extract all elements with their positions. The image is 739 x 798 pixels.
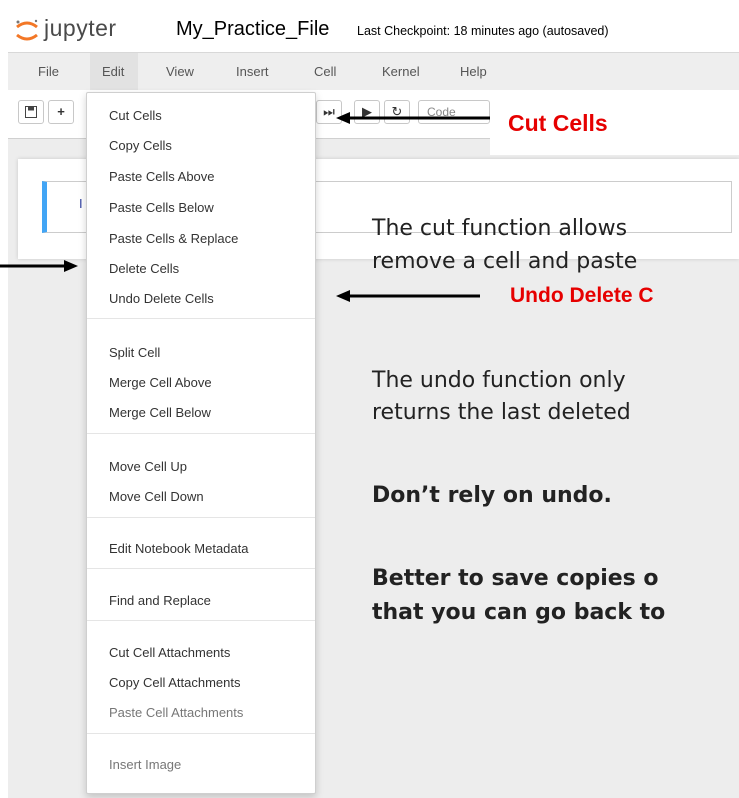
menu-edit[interactable]: Edit [102, 64, 124, 79]
menu-item-merge-cell-above[interactable]: Merge Cell Above [109, 375, 212, 390]
menu-divider [87, 517, 315, 518]
jupyter-logo-icon [16, 19, 38, 41]
notebook-title[interactable]: My_Practice_File [176, 18, 329, 41]
menu-cell[interactable]: Cell [314, 64, 336, 79]
menu-item-paste-cells-above[interactable]: Paste Cells Above [109, 169, 215, 184]
menu-item-merge-cell-below[interactable]: Merge Cell Below [109, 405, 211, 420]
undo-description-line-2: returns the last deleted [372, 400, 631, 425]
menu-insert[interactable]: Insert [236, 64, 269, 79]
jupyter-logo-text: jupyter [44, 15, 117, 41]
menu-file[interactable]: File [38, 64, 59, 79]
screenshot-frame: jupyter My_Practice_File Last Checkpoint… [0, 0, 739, 798]
cell-prompt: I [79, 196, 83, 211]
menu-help[interactable]: Help [460, 64, 487, 79]
menu-divider [87, 433, 315, 434]
save-button[interactable] [18, 100, 44, 124]
jupyter-header: jupyter My_Practice_File Last Checkpoint… [0, 0, 739, 52]
menu-item-paste-cells-below[interactable]: Paste Cells Below [109, 200, 214, 215]
menu-item-move-cell-down[interactable]: Move Cell Down [109, 489, 204, 504]
cut-arrow-icon [336, 112, 490, 124]
cut-description-line-1: The cut function allows [372, 216, 628, 241]
cut-description-line-2: remove a cell and paste [372, 249, 638, 274]
menu-item-copy-cell-attachments[interactable]: Copy Cell Attachments [109, 675, 241, 690]
menu-divider [87, 733, 315, 734]
menu-item-delete-cells[interactable]: Delete Cells [109, 261, 179, 276]
menu-item-undo-delete-cells[interactable]: Undo Delete Cells [109, 291, 214, 306]
cut-cells-callout: Cut Cells [490, 97, 739, 155]
menu-item-cut-cell-attachments[interactable]: Cut Cell Attachments [109, 645, 230, 660]
menu-item-find-and-replace[interactable]: Find and Replace [109, 593, 211, 608]
menu-view[interactable]: View [166, 64, 194, 79]
undo-warning: Don’t rely on undo. [372, 483, 612, 508]
cut-cells-annotation: Cut Cells [508, 110, 608, 136]
menubar: File Edit View Insert Cell Kernel Help [8, 52, 739, 91]
menu-item-split-cell[interactable]: Split Cell [109, 345, 160, 360]
menu-divider [87, 318, 315, 319]
menu-item-edit-notebook-metadata[interactable]: Edit Notebook Metadata [109, 541, 248, 556]
delete-arrow-icon [0, 260, 78, 272]
add-cell-button[interactable]: + [48, 100, 74, 124]
menu-item-paste-cell-attachments: Paste Cell Attachments [109, 705, 244, 720]
menu-kernel[interactable]: Kernel [382, 64, 420, 79]
menu-item-paste-cells-replace[interactable]: Paste Cells & Replace [109, 231, 238, 246]
advice-line-2: that you can go back to [372, 600, 666, 625]
advice-line-1: Better to save copies o [372, 566, 659, 591]
checkpoint-status: Last Checkpoint: 18 minutes ago (autosav… [357, 24, 609, 38]
menu-item-cut-cells[interactable]: Cut Cells [109, 108, 162, 123]
floppy-disk-icon [25, 106, 37, 118]
menu-item-move-cell-up[interactable]: Move Cell Up [109, 459, 187, 474]
menu-divider [87, 568, 315, 569]
menu-item-insert-image: Insert Image [109, 757, 182, 772]
undo-arrow-icon [336, 290, 480, 302]
undo-delete-annotation: Undo Delete C [510, 284, 654, 307]
menu-divider [87, 620, 315, 621]
edit-menu-dropdown: Cut Cells Copy Cells Paste Cells Above P… [86, 92, 316, 794]
undo-description-line-1: The undo function only [372, 368, 626, 393]
menu-item-copy-cells[interactable]: Copy Cells [109, 138, 172, 153]
